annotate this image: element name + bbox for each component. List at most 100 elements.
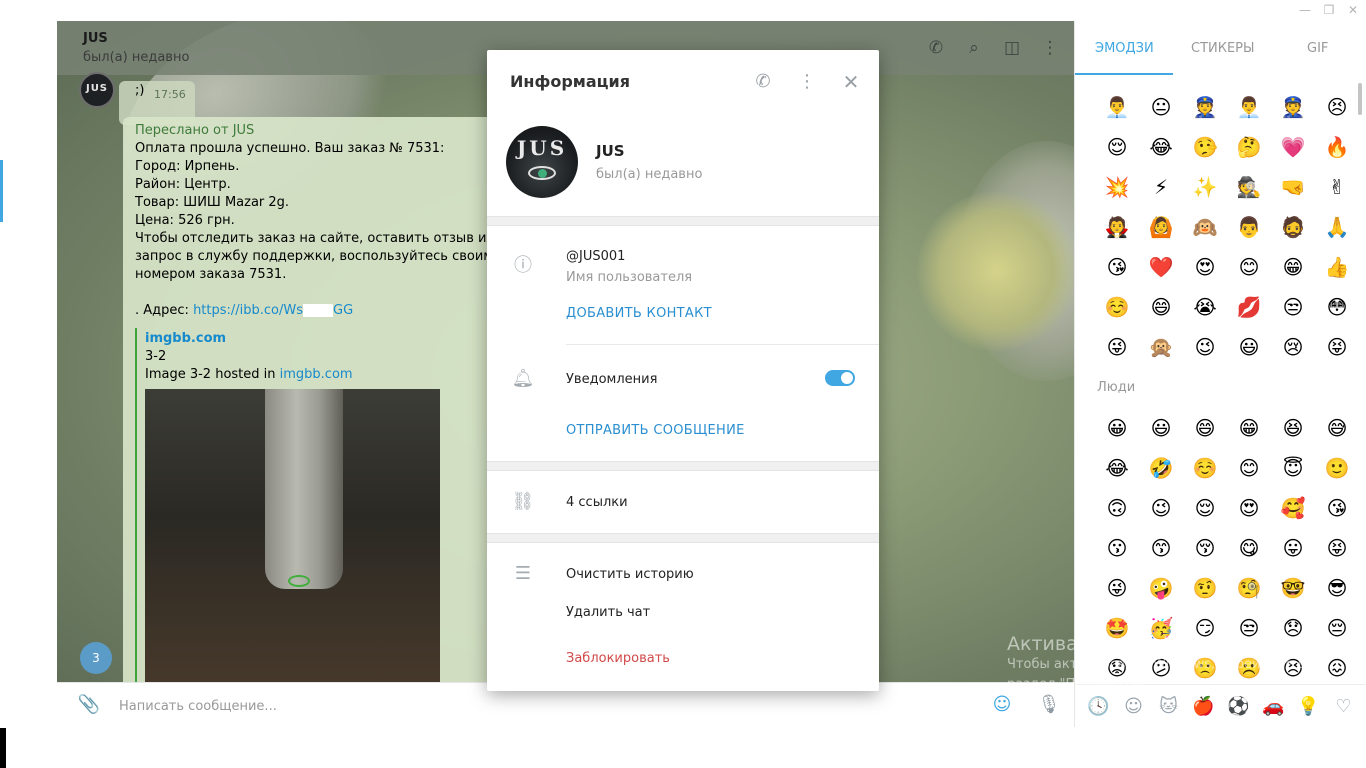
- smile-icon[interactable]: ☺: [1122, 696, 1146, 717]
- ball-icon[interactable]: ⚽: [1227, 696, 1251, 717]
- emoji-item[interactable]: 😞: [1271, 608, 1315, 648]
- links-item[interactable]: 4 ссылки: [566, 495, 628, 510]
- emoji-item[interactable]: 😝: [1315, 528, 1359, 568]
- emoji-item[interactable]: 😌: [1183, 488, 1227, 528]
- emoji-item[interactable]: 😉: [1183, 327, 1227, 367]
- emoji-item[interactable]: 🧐: [1227, 568, 1271, 608]
- emoji-item[interactable]: 😗: [1095, 528, 1139, 568]
- emoji-item[interactable]: 😜: [1095, 568, 1139, 608]
- emoji-item[interactable]: 😭: [1183, 287, 1227, 327]
- emoji-item[interactable]: ⚡: [1139, 167, 1183, 207]
- phone-icon[interactable]: ✆: [925, 37, 947, 59]
- emoji-item[interactable]: 😂: [1139, 127, 1183, 167]
- emoji-item[interactable]: 🙊: [1139, 327, 1183, 367]
- message-input[interactable]: [119, 695, 819, 717]
- emoji-icon[interactable]: ☺: [990, 693, 1014, 717]
- more-vertical-icon[interactable]: ⋮: [795, 70, 819, 94]
- emoji-item[interactable]: 😙: [1139, 528, 1183, 568]
- block-button[interactable]: Заблокировать: [566, 651, 670, 666]
- clear-history-button[interactable]: Очистить историю: [566, 567, 694, 582]
- cat-icon[interactable]: 🐱: [1157, 696, 1181, 717]
- add-contact-button[interactable]: ДОБАВИТЬ КОНТАКТ: [566, 306, 712, 321]
- search-icon[interactable]: ⌕: [963, 37, 985, 59]
- emoji-item[interactable]: 🙉: [1183, 207, 1227, 247]
- address-link[interactable]: https://ibb.co/Ws: [193, 303, 303, 318]
- emoji-item[interactable]: 👨‍💼: [1227, 87, 1271, 127]
- emoji-item[interactable]: 🙆: [1139, 207, 1183, 247]
- more-vertical-icon[interactable]: ⋮: [1039, 37, 1061, 59]
- emoji-item[interactable]: 🙂: [1315, 448, 1359, 488]
- emoji-item[interactable]: 😛: [1271, 528, 1315, 568]
- emoji-item[interactable]: 🤓: [1271, 568, 1315, 608]
- delete-chat-button[interactable]: Удалить чат: [566, 605, 650, 620]
- emoji-item[interactable]: 😐: [1139, 87, 1183, 127]
- emoji-item[interactable]: 😃: [1139, 408, 1183, 448]
- emoji-item[interactable]: 😍: [1227, 488, 1271, 528]
- chat-title[interactable]: JUS: [83, 31, 108, 46]
- send-message-button[interactable]: ОТПРАВИТЬ СООБЩЕНИЕ: [566, 423, 745, 438]
- heart-icon[interactable]: ♡: [1332, 696, 1356, 717]
- emoji-item[interactable]: 👮: [1271, 87, 1315, 127]
- emoji-item[interactable]: 😳: [1315, 287, 1359, 327]
- emoji-item[interactable]: 😀: [1095, 408, 1139, 448]
- emoji-item[interactable]: 😒: [1271, 287, 1315, 327]
- emoji-item[interactable]: 🙃: [1095, 488, 1139, 528]
- emoji-item[interactable]: 😒: [1227, 608, 1271, 648]
- forwarded-from[interactable]: Переслано от JUS: [135, 123, 254, 138]
- emoji-item[interactable]: ✌: [1315, 167, 1359, 207]
- car-icon[interactable]: 🚗: [1262, 696, 1286, 717]
- emoji-item[interactable]: 😁: [1271, 247, 1315, 287]
- emoji-item[interactable]: ✨: [1183, 167, 1227, 207]
- tab-emoji[interactable]: ЭМОДЗИ: [1095, 41, 1154, 56]
- emoji-item[interactable]: 🙏: [1315, 207, 1359, 247]
- emoji-item[interactable]: 😍: [1183, 247, 1227, 287]
- unread-counter[interactable]: 3: [80, 642, 112, 674]
- preview-site[interactable]: imgbb.com: [145, 331, 226, 346]
- emoji-item[interactable]: 🥰: [1271, 488, 1315, 528]
- emoji-item[interactable]: 🤥: [1183, 127, 1227, 167]
- apple-icon[interactable]: 🍎: [1192, 696, 1216, 717]
- emoji-item[interactable]: 🔥: [1315, 127, 1359, 167]
- emoji-item[interactable]: 🤨: [1183, 568, 1227, 608]
- emoji-item[interactable]: 😄: [1183, 408, 1227, 448]
- emoji-item[interactable]: 💥: [1095, 167, 1139, 207]
- emoji-item[interactable]: 🤪: [1139, 568, 1183, 608]
- emoji-item[interactable]: 😝: [1315, 327, 1359, 367]
- avatar[interactable]: JUS: [79, 72, 115, 108]
- restore-button[interactable]: ❐: [1318, 2, 1340, 19]
- emoji-item[interactable]: 💗: [1271, 127, 1315, 167]
- emoji-item[interactable]: ❤️: [1139, 247, 1183, 287]
- minimize-button[interactable]: —: [1294, 2, 1316, 19]
- profile-avatar[interactable]: JUS: [506, 126, 578, 198]
- preview-desc-link[interactable]: imgbb.com: [280, 367, 353, 382]
- close-window-button[interactable]: ✕: [1342, 2, 1364, 19]
- username[interactable]: @JUS001: [566, 249, 625, 264]
- emoji-item[interactable]: 😜: [1095, 327, 1139, 367]
- emoji-item[interactable]: 😄: [1139, 287, 1183, 327]
- emoji-item[interactable]: 😁: [1227, 408, 1271, 448]
- emoji-item[interactable]: 😊: [1227, 448, 1271, 488]
- close-icon[interactable]: ✕: [839, 70, 863, 94]
- emoji-item[interactable]: 😆: [1271, 408, 1315, 448]
- emoji-item[interactable]: 👍: [1315, 247, 1359, 287]
- emoji-item[interactable]: 😎: [1315, 568, 1359, 608]
- emoji-item[interactable]: 😖: [1315, 648, 1359, 688]
- emoji-item[interactable]: 😃: [1227, 327, 1271, 367]
- emoji-item[interactable]: 😇: [1271, 448, 1315, 488]
- emoji-item[interactable]: 😚: [1183, 528, 1227, 568]
- emoji-item[interactable]: 😣: [1315, 87, 1359, 127]
- bulb-icon[interactable]: 💡: [1297, 696, 1321, 717]
- preview-image[interactable]: [145, 389, 440, 709]
- emoji-item[interactable]: 😋: [1227, 528, 1271, 568]
- emoji-item[interactable]: 🤣: [1139, 448, 1183, 488]
- emoji-item[interactable]: 😘: [1095, 247, 1139, 287]
- emoji-item[interactable]: ☺️: [1095, 287, 1139, 327]
- emoji-item[interactable]: 🧛: [1095, 207, 1139, 247]
- emoji-item[interactable]: 😅: [1315, 408, 1359, 448]
- emoji-item[interactable]: 🧔: [1271, 207, 1315, 247]
- emoji-item[interactable]: 💋: [1227, 287, 1271, 327]
- emoji-item[interactable]: 😊: [1227, 247, 1271, 287]
- emoji-item[interactable]: 👨‍💼: [1095, 87, 1139, 127]
- emoji-item[interactable]: 🕵: [1227, 167, 1271, 207]
- tab-gif[interactable]: GIF: [1307, 41, 1328, 56]
